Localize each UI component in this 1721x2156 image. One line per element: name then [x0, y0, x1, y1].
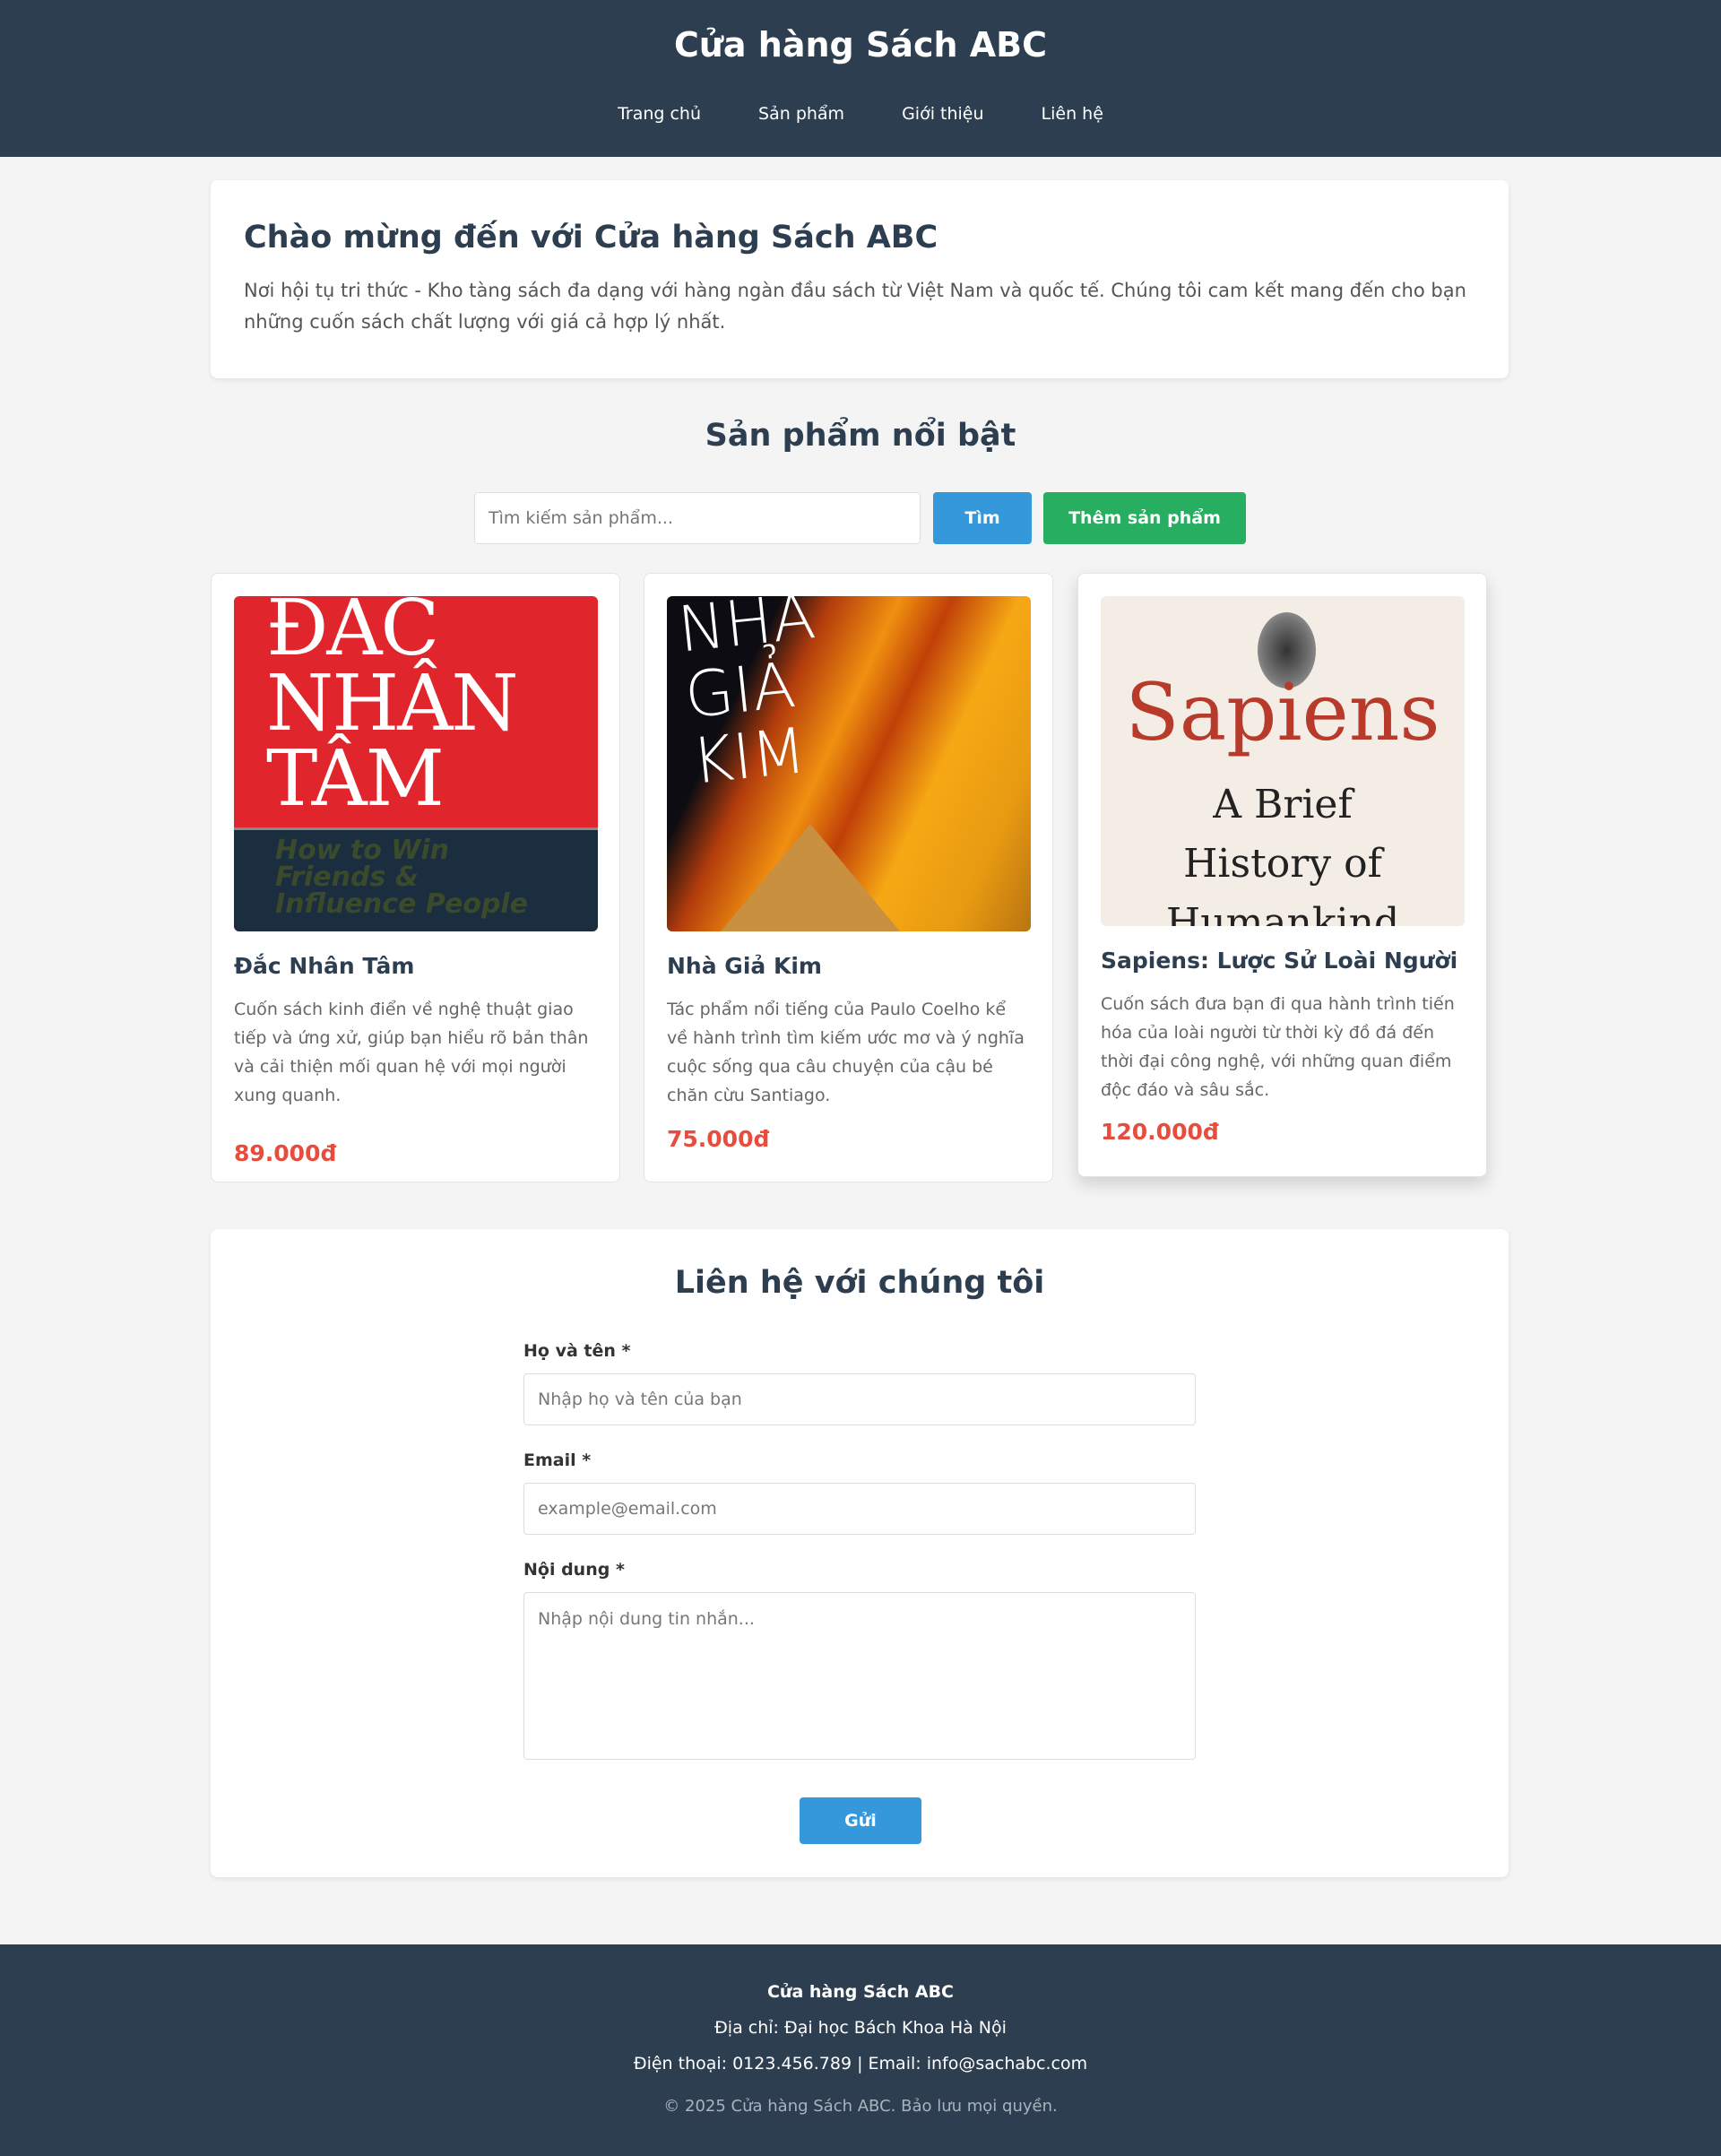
- product-description: Cuốn sách đưa bạn đi qua hành trình tiến…: [1101, 994, 1455, 1100]
- name-input[interactable]: Nhập họ và tên của bạn: [523, 1373, 1196, 1425]
- search-input[interactable]: [474, 492, 921, 544]
- welcome-card: Chào mừng đến với Cửa hàng Sách ABC Nơi …: [211, 180, 1509, 378]
- submit-button[interactable]: Gửi: [800, 1797, 921, 1844]
- product-price: 120.000đ: [1101, 1119, 1219, 1145]
- email-input[interactable]: example@email.com: [523, 1483, 1196, 1535]
- footer-address: Địa chỉ: Đại học Bách Khoa Hà Nội: [714, 2018, 1007, 2038]
- email-label: Email *: [523, 1450, 592, 1470]
- product-cover-image: Sapiens A Brief History of Humankind: [1101, 596, 1465, 926]
- product-description: Tác phẩm nổi tiếng của Paulo Coelho kể v…: [667, 1000, 1025, 1105]
- product-name: Sapiens: Lược Sử Loài Người: [1101, 948, 1458, 974]
- message-label: Nội dung *: [523, 1560, 625, 1580]
- search-button[interactable]: Tìm: [933, 492, 1032, 544]
- footer-contact: Điện thoại: 0123.456.789 | Email: info@s…: [633, 2054, 1088, 2074]
- product-card[interactable]: NHÀ GIẢ KIM Nhà Giả Kim Tác phẩm nổi tiế…: [644, 573, 1053, 1182]
- site-footer: Cửa hàng Sách ABC Địa chỉ: Đại học Bách …: [0, 1944, 1721, 2156]
- nav-products[interactable]: Sản phẩm: [758, 104, 844, 124]
- nav-about[interactable]: Giới thiệu: [902, 104, 983, 124]
- product-cover-image: ĐẮC NHÂN TÂM How to Win Friends & Influe…: [234, 596, 598, 931]
- message-textarea[interactable]: Nhập nội dung tin nhắn...: [523, 1592, 1196, 1760]
- add-product-button[interactable]: Thêm sản phẩm: [1043, 492, 1246, 544]
- nav-contact[interactable]: Liên hệ: [1042, 104, 1103, 124]
- product-name: Đắc Nhân Tâm: [234, 953, 415, 979]
- product-price: 75.000đ: [667, 1126, 770, 1152]
- product-card[interactable]: ĐẮC NHÂN TÂM How to Win Friends & Influe…: [211, 573, 620, 1182]
- nav-home[interactable]: Trang chủ: [618, 104, 701, 124]
- name-label: Họ và tên *: [523, 1341, 631, 1361]
- contact-card: Liên hệ với chúng tôi Họ và tên * Nhập h…: [211, 1229, 1509, 1877]
- product-name: Nhà Giả Kim: [667, 953, 822, 979]
- product-cover-image: NHÀ GIẢ KIM: [667, 596, 1031, 931]
- contact-form: Họ và tên * Nhập họ và tên của bạn Email…: [523, 1341, 1196, 1785]
- welcome-text: Nơi hội tụ tri thức - Kho tàng sách đa d…: [244, 280, 1466, 333]
- products-title: Sản phẩm nổi bật: [705, 418, 1016, 454]
- main-nav: Trang chủ Sản phẩm Giới thiệu Liên hệ: [0, 104, 1721, 124]
- site-title: Cửa hàng Sách ABC: [673, 25, 1048, 65]
- contact-title: Liên hệ với chúng tôi: [674, 1265, 1045, 1301]
- site-header: Cửa hàng Sách ABC Trang chủ Sản phẩm Giớ…: [0, 0, 1721, 157]
- product-price: 89.000đ: [234, 1140, 337, 1166]
- footer-store-name: Cửa hàng Sách ABC: [766, 1982, 955, 2002]
- product-card[interactable]: Sapiens A Brief History of Humankind Sap…: [1077, 573, 1487, 1177]
- welcome-title: Chào mừng đến với Cửa hàng Sách ABC: [244, 220, 938, 255]
- product-description: Cuốn sách kinh điển về nghệ thuật giao t…: [234, 1000, 589, 1105]
- footer-copyright: © 2025 Cửa hàng Sách ABC. Bảo lưu mọi qu…: [663, 2097, 1058, 2116]
